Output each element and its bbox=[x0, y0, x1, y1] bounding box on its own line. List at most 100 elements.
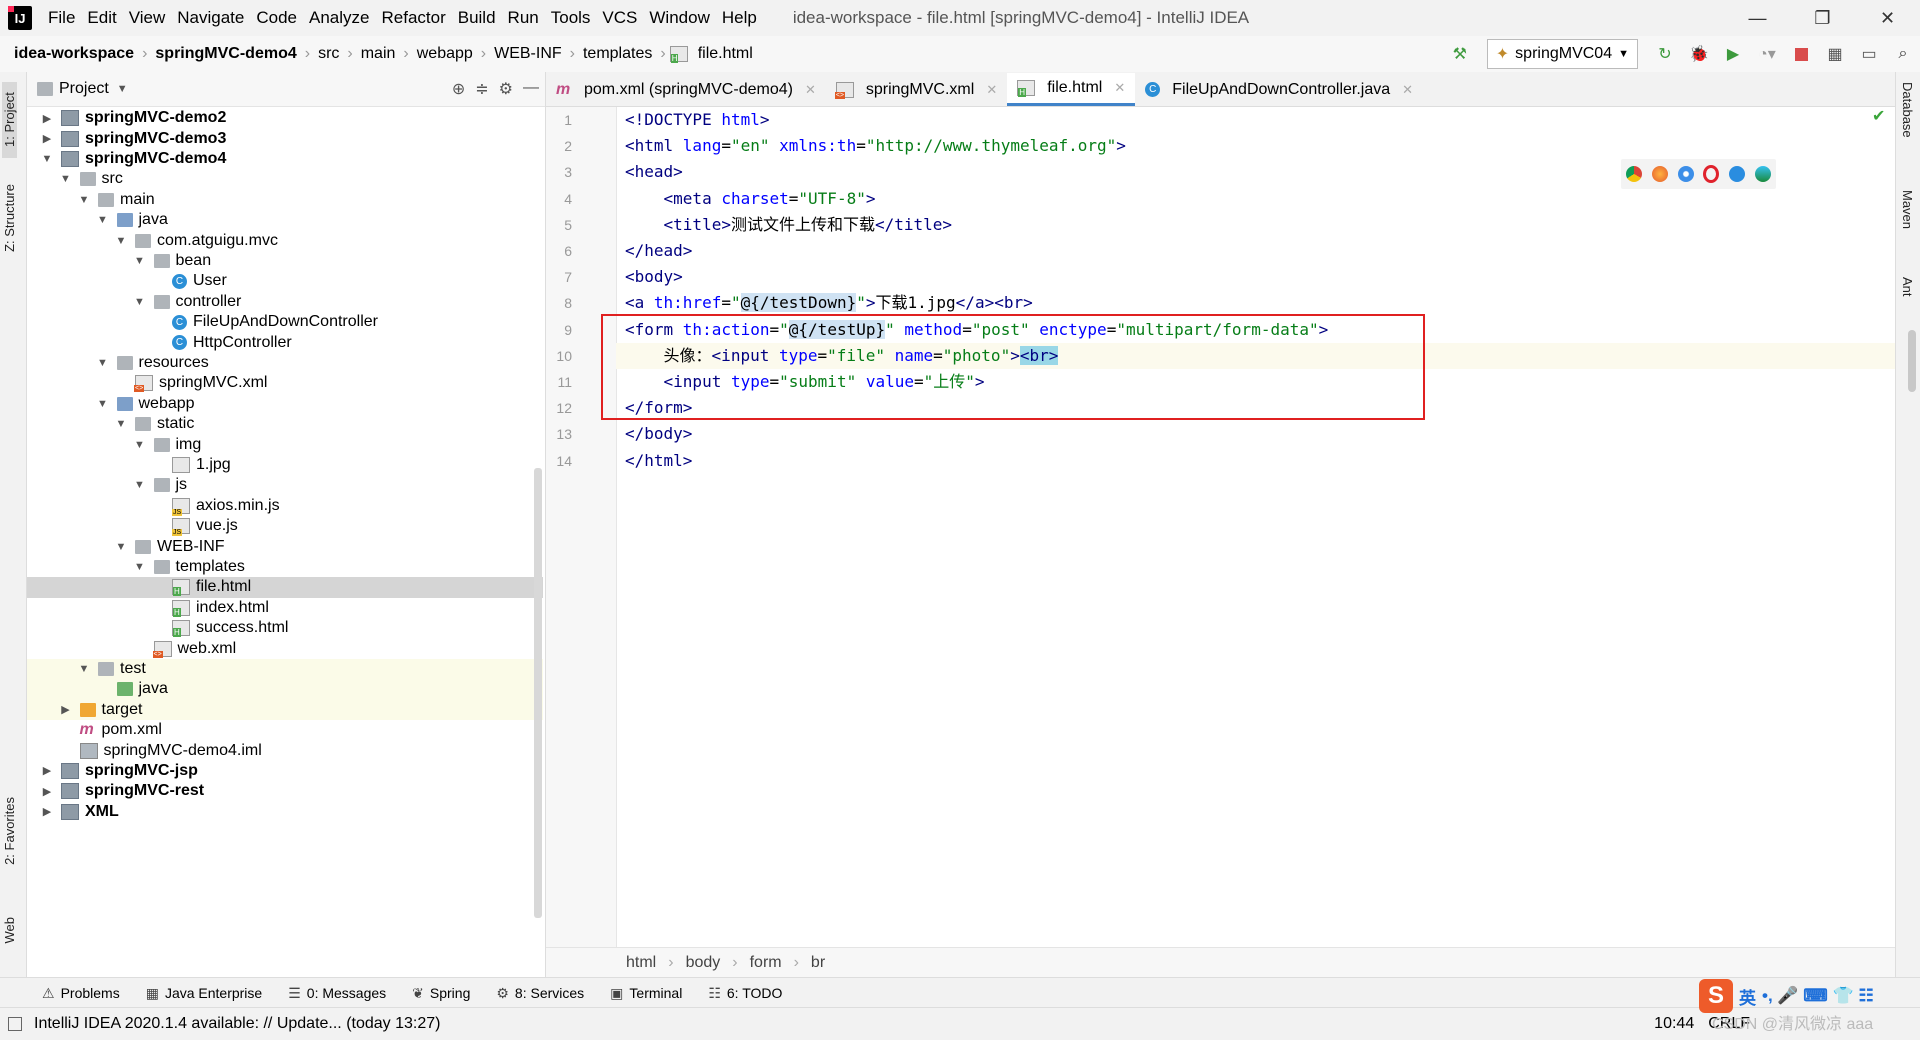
project-panel-title[interactable]: Project bbox=[59, 80, 109, 98]
ime-tool-icons[interactable]: •, 🎤 ⌨ 👕 ☷ bbox=[1762, 986, 1874, 1006]
tool-todo[interactable]: ☷ 6: TODO bbox=[708, 985, 782, 1002]
coverage-icon[interactable]: ▶ bbox=[1722, 43, 1744, 65]
ime-language-toggle[interactable]: 英 bbox=[1739, 984, 1756, 1009]
nav-crumb-main[interactable]: main bbox=[357, 45, 400, 63]
menu-help[interactable]: Help bbox=[716, 8, 763, 28]
tree-item[interactable]: ▼ springMVC-demo4 bbox=[27, 149, 543, 169]
menu-window[interactable]: Window bbox=[643, 8, 715, 28]
edge-icon[interactable] bbox=[1755, 166, 1772, 182]
layout-icon[interactable]: ▭ bbox=[1858, 43, 1880, 65]
nav-crumb-src[interactable]: src bbox=[314, 45, 343, 63]
nav-crumb-file[interactable]: file.html bbox=[694, 45, 757, 63]
expand-arrow-right-icon[interactable]: ▶ bbox=[60, 703, 72, 716]
opera-icon[interactable] bbox=[1703, 165, 1720, 183]
crumb-html[interactable]: html bbox=[626, 954, 656, 972]
tree-item[interactable]: ▼ WEB-INF bbox=[27, 536, 543, 556]
expand-arrow-right-icon[interactable]: ▶ bbox=[41, 785, 53, 798]
tab-controller-java[interactable]: C FileUpAndDownController.java ✕ bbox=[1135, 73, 1423, 106]
nav-crumb-module[interactable]: springMVC-demo4 bbox=[151, 45, 300, 63]
tree-item[interactable]: ▶ springMVC-demo3 bbox=[27, 128, 543, 148]
tab-web-tool[interactable]: Web bbox=[2, 917, 17, 944]
close-window-button[interactable]: ✕ bbox=[1855, 0, 1920, 36]
expand-arrow-down-icon[interactable]: ▼ bbox=[97, 214, 109, 226]
caret-position[interactable]: 10:44 bbox=[1654, 1015, 1694, 1033]
tool-java-enterprise[interactable]: ▦ Java Enterprise bbox=[146, 985, 263, 1002]
tool-terminal[interactable]: ▣ Terminal bbox=[610, 985, 682, 1002]
tree-item[interactable]: ▶ springMVC-jsp bbox=[27, 761, 543, 781]
tree-item[interactable]: vue.js bbox=[27, 516, 543, 537]
line-number[interactable]: 14 bbox=[546, 448, 572, 474]
tree-item[interactable]: ▼ static bbox=[27, 414, 543, 434]
tree-item[interactable]: java bbox=[27, 679, 543, 700]
code-line[interactable]: <!DOCTYPE html> bbox=[625, 107, 770, 133]
tree-item[interactable]: ▶ target bbox=[27, 699, 543, 720]
editor-scrollbar[interactable] bbox=[1908, 330, 1916, 392]
tree-item[interactable]: ▶ springMVC-rest bbox=[27, 781, 543, 801]
tree-item[interactable]: C FileUpAndDownController bbox=[27, 312, 543, 332]
chevron-down-icon[interactable]: ▼ bbox=[117, 83, 128, 95]
run-configuration-select[interactable]: ✦ springMVC04 ▼ bbox=[1486, 39, 1638, 69]
tree-item[interactable]: ▼ webapp bbox=[27, 394, 543, 414]
menu-view[interactable]: View bbox=[123, 8, 172, 28]
close-icon[interactable]: ✕ bbox=[1114, 80, 1125, 96]
line-number[interactable]: 1 bbox=[546, 107, 572, 133]
tree-item[interactable]: ▶ springMVC-demo2 bbox=[27, 108, 543, 128]
expand-arrow-down-icon[interactable]: ▼ bbox=[115, 418, 127, 430]
line-number[interactable]: 11 bbox=[546, 369, 572, 395]
menu-vcs[interactable]: VCS bbox=[596, 8, 643, 28]
expand-arrow-down-icon[interactable]: ▼ bbox=[134, 296, 146, 308]
project-structure-icon[interactable]: ▦ bbox=[1824, 43, 1846, 65]
menu-run[interactable]: Run bbox=[502, 8, 545, 28]
line-number[interactable]: 13 bbox=[546, 421, 572, 447]
expand-arrow-down-icon[interactable]: ▼ bbox=[97, 357, 109, 369]
expand-arrow-down-icon[interactable]: ▼ bbox=[134, 479, 146, 491]
project-scrollbar[interactable] bbox=[534, 468, 542, 918]
tree-item[interactable]: file.html bbox=[27, 577, 543, 598]
tree-item[interactable]: ▼ src bbox=[27, 169, 543, 189]
firefox-icon[interactable] bbox=[1651, 166, 1668, 182]
line-number[interactable]: 7 bbox=[546, 264, 572, 290]
build-hammer-icon[interactable]: ⚒ bbox=[1449, 43, 1471, 65]
nav-crumb-webinf[interactable]: WEB-INF bbox=[490, 45, 566, 63]
safari-icon[interactable] bbox=[1677, 166, 1694, 182]
tool-spring[interactable]: ❦ Spring bbox=[412, 985, 470, 1002]
tree-item[interactable]: ▼ templates bbox=[27, 557, 543, 577]
tree-item[interactable]: success.html bbox=[27, 618, 543, 638]
menu-navigate[interactable]: Navigate bbox=[171, 8, 250, 28]
tool-messages[interactable]: ☰ 0: Messages bbox=[288, 985, 386, 1002]
expand-arrow-down-icon[interactable]: ▼ bbox=[115, 541, 127, 553]
code-line[interactable]: </body> bbox=[625, 421, 692, 447]
crumb-br[interactable]: br bbox=[811, 954, 825, 972]
menu-tools[interactable]: Tools bbox=[545, 8, 597, 28]
code-editor[interactable]: <!DOCTYPE html> <html lang="en" xmlns:th=… bbox=[616, 107, 1897, 947]
tree-item[interactable]: ▼ test bbox=[27, 658, 543, 680]
close-icon[interactable]: ✕ bbox=[986, 82, 997, 98]
expand-arrow-right-icon[interactable]: ▶ bbox=[41, 132, 53, 145]
code-line[interactable]: </head> bbox=[625, 238, 692, 264]
expand-arrow-down-icon[interactable]: ▼ bbox=[115, 235, 127, 247]
tree-item[interactable]: C User bbox=[27, 271, 543, 291]
code-line[interactable]: <head> bbox=[625, 159, 683, 185]
debug-bug-icon[interactable]: 🐞 bbox=[1688, 43, 1710, 65]
expand-arrow-right-icon[interactable]: ▶ bbox=[41, 112, 53, 125]
restore-button[interactable]: ❐ bbox=[1790, 0, 1855, 36]
close-icon[interactable]: ✕ bbox=[1402, 82, 1413, 98]
tab-favorites-tool[interactable]: 2: Favorites bbox=[2, 797, 17, 865]
line-number[interactable]: 2 bbox=[546, 133, 572, 159]
expand-arrow-down-icon[interactable]: ▼ bbox=[134, 439, 146, 451]
tree-item[interactable]: ▼ js bbox=[27, 475, 543, 495]
code-line[interactable]: <title>测试文件上传和下载</title> bbox=[625, 212, 953, 238]
tree-item[interactable]: ▼ com.atguigu.mvc bbox=[27, 230, 543, 250]
tree-item[interactable]: C HttpController bbox=[27, 332, 543, 352]
expand-arrow-down-icon[interactable]: ▼ bbox=[134, 561, 146, 573]
sogou-ime-logo-icon[interactable]: S bbox=[1699, 979, 1733, 1013]
tab-maven-tool[interactable]: Maven bbox=[1900, 190, 1915, 229]
search-icon[interactable]: ⌕ bbox=[1892, 43, 1914, 65]
tab-springmvc-xml[interactable]: springMVC.xml ✕ bbox=[826, 73, 1007, 106]
status-message[interactable]: IntelliJ IDEA 2020.1.4 available: // Upd… bbox=[34, 1015, 440, 1033]
collapse-all-icon[interactable]: ≑ bbox=[475, 79, 488, 99]
line-number[interactable]: 9 bbox=[546, 317, 572, 343]
expand-arrow-down-icon[interactable]: ▼ bbox=[78, 194, 90, 206]
menu-edit[interactable]: Edit bbox=[81, 8, 122, 28]
expand-arrow-right-icon[interactable]: ▶ bbox=[41, 805, 53, 818]
